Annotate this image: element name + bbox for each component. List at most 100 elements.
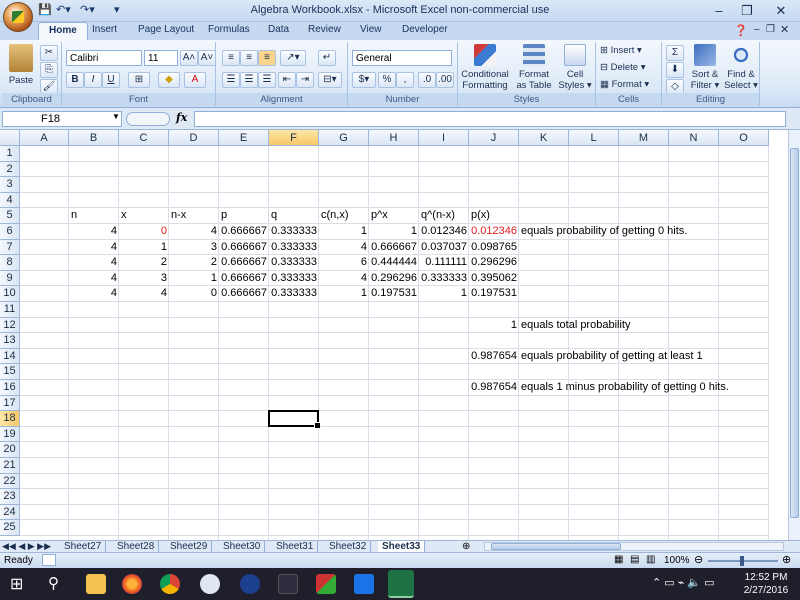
tab-insert[interactable]: Insert: [86, 24, 123, 35]
formula-bar-buttons[interactable]: [126, 112, 170, 126]
cell-j9[interactable]: 0.395062: [469, 271, 519, 287]
fill-color-icon[interactable]: ◆: [158, 72, 180, 88]
row-header-19[interactable]: 19: [0, 426, 20, 443]
app-icon-2[interactable]: [240, 574, 260, 594]
worksheet-grid[interactable]: A B C D E F G H I J K L M N O 1 2 3 4 5 6 7 8 9 10 11 12 13 14 15 16 17…: [0, 130, 788, 540]
cell-b9[interactable]: 4: [69, 271, 119, 287]
cell-d7[interactable]: 3: [169, 240, 219, 256]
row-header-17[interactable]: 17: [0, 395, 20, 412]
row-header-6[interactable]: 6: [0, 224, 20, 240]
row-header-11[interactable]: 11: [0, 302, 20, 318]
cell-i7[interactable]: 0.037037: [419, 240, 469, 256]
insert-sheet-icon[interactable]: ⊕: [462, 541, 470, 552]
qat-customize-icon[interactable]: ▾: [114, 3, 120, 16]
cell-b10[interactable]: 4: [69, 286, 119, 302]
row-header-22[interactable]: 22: [0, 473, 20, 490]
cell-f8[interactable]: 0.333333: [269, 255, 319, 271]
column-header-e[interactable]: E: [219, 130, 269, 146]
row-header-5[interactable]: 5: [0, 208, 20, 224]
column-header-l[interactable]: L: [569, 130, 619, 146]
firefox-icon[interactable]: [122, 574, 142, 594]
cell-e5[interactable]: p: [219, 208, 229, 224]
row-header-16[interactable]: 16: [0, 380, 20, 396]
row-header-7[interactable]: 7: [0, 239, 20, 256]
row-header-3[interactable]: 3: [0, 177, 20, 193]
increase-decimal-icon[interactable]: .0: [418, 72, 436, 88]
wrap-text-icon[interactable]: ↵: [318, 50, 336, 66]
cell-h5[interactable]: p^x: [369, 208, 390, 224]
column-header-h[interactable]: H: [369, 130, 419, 146]
active-cell-selection[interactable]: [268, 410, 321, 429]
cell-c9[interactable]: 3: [119, 271, 169, 287]
cell-j5[interactable]: p(x): [469, 208, 492, 224]
borders-icon[interactable]: ⊞: [128, 72, 150, 88]
zoom-slider-thumb[interactable]: [740, 556, 744, 566]
cell-j12[interactable]: 1: [469, 318, 519, 334]
cell-g7[interactable]: 4: [319, 240, 369, 256]
align-right-icon[interactable]: ☰: [258, 72, 276, 88]
cell-j16[interactable]: 0.987654: [469, 380, 519, 396]
help-icon[interactable]: ❓: [734, 24, 748, 37]
column-header-n[interactable]: N: [669, 130, 719, 146]
vertical-scrollbar[interactable]: [788, 130, 800, 540]
cell-k12[interactable]: equals total probability: [519, 318, 632, 334]
row-header-20[interactable]: 20: [0, 442, 20, 458]
name-box[interactable]: F18: [2, 111, 122, 127]
cell-b6[interactable]: 4: [69, 224, 119, 240]
app-icon-1[interactable]: [200, 574, 220, 594]
column-header-f[interactable]: F: [269, 130, 319, 146]
cell-i10[interactable]: 1: [419, 286, 469, 302]
cell-j10[interactable]: 0.197531: [469, 286, 519, 302]
cell-f5[interactable]: q: [269, 208, 279, 224]
row-header-23[interactable]: 23: [0, 489, 20, 505]
normal-view-icon[interactable]: ▦: [614, 554, 623, 565]
excel-taskbar-icon[interactable]: [388, 570, 414, 598]
close-button[interactable]: ✕: [768, 2, 794, 20]
vertical-scroll-thumb[interactable]: [790, 148, 799, 518]
row-header-24[interactable]: 24: [0, 504, 20, 521]
select-all-corner[interactable]: [0, 130, 20, 146]
cell-h6[interactable]: 1: [369, 224, 419, 240]
cell-h7[interactable]: 0.666667: [369, 240, 419, 256]
tray-icons[interactable]: ⌃ ▭ ⌁ 🔈 ▭: [652, 576, 715, 589]
decrease-decimal-icon[interactable]: .00: [436, 72, 454, 88]
page-layout-view-icon[interactable]: ▤: [630, 554, 639, 565]
cell-b5[interactable]: n: [69, 208, 79, 224]
tab-review[interactable]: Review: [302, 24, 347, 35]
office-button[interactable]: [3, 2, 33, 32]
cell-j7[interactable]: 0.098765: [469, 240, 519, 256]
column-header-a[interactable]: A: [20, 130, 69, 146]
cell-f7[interactable]: 0.333333: [269, 240, 319, 256]
horizontal-scroll-thumb[interactable]: [491, 543, 621, 550]
bold-button[interactable]: B: [66, 72, 84, 88]
zoom-in-icon[interactable]: ⊕: [782, 553, 791, 566]
zoom-level[interactable]: 100%: [664, 555, 690, 566]
column-header-m[interactable]: M: [619, 130, 669, 146]
orientation-icon[interactable]: ↗▾: [280, 50, 306, 66]
save-icon[interactable]: 💾: [38, 3, 52, 16]
cell-f9[interactable]: 0.333333: [269, 271, 319, 287]
cell-j8[interactable]: 0.296296: [469, 255, 519, 271]
formula-input[interactable]: [194, 111, 786, 127]
cell-styles-button[interactable]: Cell Styles ▾: [556, 44, 594, 91]
undo-icon[interactable]: ↶▾: [56, 3, 71, 16]
column-header-j[interactable]: J: [469, 130, 519, 146]
cell-b8[interactable]: 4: [69, 255, 119, 271]
format-cells-button[interactable]: ▦ Format ▾: [600, 79, 649, 90]
sort-filter-button[interactable]: Sort & Filter ▾: [688, 44, 722, 91]
tab-home[interactable]: Home: [38, 22, 88, 41]
cell-g5[interactable]: c(n,x): [319, 208, 351, 224]
cell-k16[interactable]: equals 1 minus probability of getting 0 …: [519, 380, 731, 396]
row-header-14[interactable]: 14: [0, 348, 20, 365]
cell-c7[interactable]: 1: [119, 240, 169, 256]
copy-icon[interactable]: ⎘: [40, 62, 58, 78]
chrome-icon[interactable]: [160, 574, 180, 594]
workbook-close-icon[interactable]: ✕: [780, 23, 789, 36]
delete-cells-button[interactable]: ⊟ Delete ▾: [600, 62, 645, 73]
row-header-25[interactable]: 25: [0, 520, 20, 536]
cell-h9[interactable]: 0.296296: [369, 271, 419, 287]
cell-d9[interactable]: 1: [169, 271, 219, 287]
find-select-button[interactable]: Find & Select ▾: [724, 44, 758, 91]
app-icon-4[interactable]: [316, 574, 336, 594]
row-header-10[interactable]: 10: [0, 286, 20, 302]
